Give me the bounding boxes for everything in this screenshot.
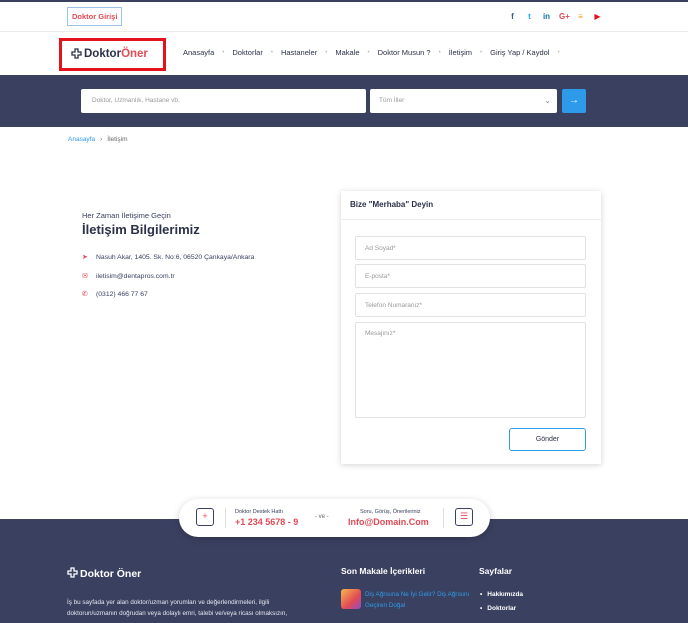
nav-separator-dot: •: [367, 49, 370, 56]
contact-form-heading: Bize "Merhaba" Deyin: [341, 191, 601, 220]
google-plus-icon[interactable]: G+: [559, 11, 570, 22]
city-select[interactable]: Tüm İller ⌄: [370, 89, 557, 113]
nav-separator-dot: •: [270, 49, 273, 56]
logo-highlight-box[interactable]: Doktor Öner: [59, 38, 166, 71]
medical-tablet-icon: +: [196, 508, 214, 526]
phone-field[interactable]: Telefon Numaranız*: [355, 293, 586, 317]
nav-item-5[interactable]: İletişim: [449, 48, 472, 57]
logo-cross-icon: [67, 567, 78, 578]
arrow-right-icon: →: [569, 95, 579, 106]
footer-page-link[interactable]: Hakkımızda: [480, 591, 523, 605]
contact-eyebrow: Her Zaman İletişime Geçin: [82, 211, 171, 220]
social-links: f t in G+ ≡ ▶: [508, 11, 602, 22]
footer-pages-heading: Sayfalar: [479, 566, 513, 576]
breadcrumb-current: İletişim: [107, 136, 128, 143]
nav-separator-dot: •: [222, 49, 225, 56]
site-logo[interactable]: Doktor Öner: [70, 48, 148, 60]
nav-item-3[interactable]: Makale: [335, 48, 359, 57]
nav-item-0[interactable]: Anasayfa: [183, 48, 214, 57]
hotline-label: Doktor Destek Hattı: [235, 509, 283, 515]
search-button[interactable]: →: [562, 89, 586, 113]
phone-icon: ✆: [82, 291, 88, 298]
city-select-value: Tüm İller: [379, 97, 405, 104]
main-nav: Anasayfa • Doktorlar • Hastaneler • Makale • Dok…: [183, 48, 568, 57]
nav-separator-dot: •: [438, 49, 441, 56]
chevron-down-icon: ⌄: [544, 96, 551, 105]
contact-title: İletişim Bilgilerimiz: [82, 222, 200, 237]
search-band: Doktor, Uzmanlık, Hastane vb. Tüm İller …: [0, 75, 688, 127]
contact-address-row: ➤ Nasuh Akar, 1405. Sk. No:6, 06520 Çank…: [82, 253, 255, 262]
support-ve: - ve -: [315, 514, 329, 520]
footer-logo[interactable]: Doktor Öner: [66, 567, 141, 580]
footer-pages-list: HakkımızdaDoktorlar: [480, 591, 523, 619]
support-pill: + Doktor Destek Hattı +1 234 5678 - 9 - …: [179, 499, 490, 537]
footer-logo-text: Doktor Öner: [80, 568, 142, 580]
article-link[interactable]: Diş Ağrısına Ne İyi Gelir? Diş Ağrısını …: [365, 589, 473, 611]
nav-separator-dot: •: [325, 49, 328, 56]
mail-label: Soru, Görüş, Önerileriniz: [360, 509, 421, 515]
footer-about-text: İş bu sayfada yer alan doktor/uzman yoru…: [67, 599, 288, 617]
contact-form-card: Bize "Merhaba" Deyin Ad Soyad* E-posta* …: [341, 191, 601, 464]
envelope-icon: ✉: [82, 273, 88, 280]
article-thumbnail[interactable]: [341, 589, 361, 609]
doktor-girisi-button[interactable]: Doktor Girişi: [67, 7, 123, 26]
nav-item-4[interactable]: Doktor Musun ?: [378, 48, 431, 57]
footer-page-link[interactable]: Doktorlar: [480, 605, 523, 619]
email-field[interactable]: E-posta*: [355, 264, 586, 288]
name-field[interactable]: Ad Soyad*: [355, 236, 586, 260]
clipboard-doctor-icon: ☰: [455, 508, 473, 526]
nav-separator-dot: •: [557, 49, 560, 56]
site-header: Doktor Öner Anasayfa • Doktorlar • Hastanele…: [0, 33, 688, 75]
youtube-icon[interactable]: ▶: [593, 11, 602, 22]
facebook-icon[interactable]: f: [508, 11, 517, 22]
rss-icon[interactable]: ≡: [576, 11, 585, 22]
contact-phone[interactable]: (0312) 466 77 67: [96, 291, 148, 298]
support-divider: [443, 508, 444, 528]
mail-address[interactable]: Info@Domain.Com: [348, 517, 429, 527]
contact-phone-row: ✆ (0312) 466 77 67: [82, 290, 148, 299]
contact-address: Nasuh Akar, 1405. Sk. No:6, 06520 Çankay…: [96, 253, 255, 261]
nav-item-2[interactable]: Hastaneler: [281, 48, 317, 57]
location-arrow-icon: ➤: [82, 254, 88, 261]
breadcrumb-separator-icon: ›: [100, 136, 103, 143]
nav-item-1[interactable]: Doktorlar: [232, 48, 262, 57]
top-bar: Doktor Girişi f t in G+ ≡ ▶: [0, 0, 688, 32]
nav-separator-dot: •: [480, 49, 483, 56]
submit-button[interactable]: Gönder: [509, 428, 586, 451]
logo-text-doktor: Doktor: [84, 48, 122, 60]
message-textarea[interactable]: Mesajınız*: [355, 322, 586, 418]
breadcrumb: Anasayfa › İletişim: [68, 136, 128, 143]
hotline-number[interactable]: +1 234 5678 - 9: [235, 517, 298, 527]
logo-cross-icon: [71, 48, 82, 59]
footer-articles-heading: Son Makale İçerikleri: [341, 566, 426, 576]
logo-text-oner: Öner: [121, 48, 148, 60]
linkedin-icon[interactable]: in: [542, 11, 551, 22]
twitter-icon[interactable]: t: [525, 11, 534, 22]
contact-email[interactable]: iletisim@dentapros.com.tr: [96, 273, 175, 280]
contact-email-row: ✉ iletisim@dentapros.com.tr: [82, 272, 175, 281]
support-divider: [225, 508, 226, 528]
breadcrumb-home-link[interactable]: Anasayfa: [68, 136, 95, 143]
search-input[interactable]: Doktor, Uzmanlık, Hastane vb.: [81, 89, 366, 113]
nav-item-6[interactable]: Giriş Yap / Kaydol: [490, 48, 549, 57]
